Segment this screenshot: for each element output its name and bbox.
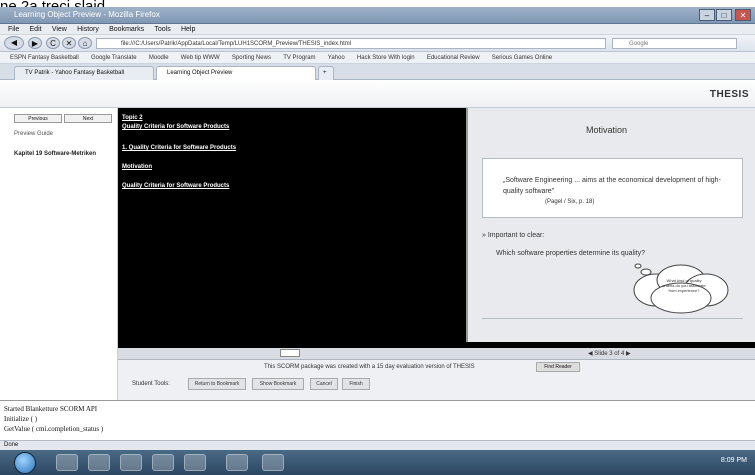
- bookmarks-toolbar: ESPN Fantasy Basketball Google Translate…: [0, 52, 755, 64]
- bullet-text: » Important to clear:: [482, 232, 545, 239]
- search-input[interactable]: Google: [612, 38, 737, 49]
- menu-tools[interactable]: Tools: [154, 24, 170, 35]
- tab-learning-object-preview[interactable]: Learning Object Preview: [156, 66, 316, 80]
- bookmark-item[interactable]: TV Program: [283, 52, 315, 64]
- chapter-title[interactable]: Kapitel 19 Software-Metriken: [14, 150, 114, 158]
- maximize-button[interactable]: □: [716, 9, 732, 21]
- back-icon[interactable]: ◀: [4, 36, 24, 50]
- preview-guide-label: Preview Guide: [14, 131, 54, 137]
- bookmark-item[interactable]: Moodle: [149, 52, 169, 64]
- cloud-text: What kind of quality criteria do you ass…: [662, 278, 706, 293]
- quote-box: „Software Engineering ... aims at the ec…: [482, 158, 743, 218]
- topic-link[interactable]: Quality Criteria for Software Products: [122, 182, 229, 190]
- scorm-bar: This SCORM package was created with a 15…: [118, 360, 755, 400]
- topic-link[interactable]: Motivation: [122, 163, 152, 171]
- firefox-icon[interactable]: [152, 454, 174, 471]
- topic-pane: Topic 2 Quality Criteria for Software Pr…: [118, 108, 466, 342]
- question-text: Which software properties determine its …: [496, 250, 646, 257]
- show-bookmark-button[interactable]: Show Bookmark: [252, 378, 304, 390]
- media-icon[interactable]: [120, 454, 142, 471]
- minimize-button[interactable]: –: [699, 9, 715, 21]
- powerpoint-icon[interactable]: [262, 454, 284, 471]
- slide-counter[interactable]: ◀ Slide 3 of 4 ▶: [588, 350, 631, 357]
- ie-icon[interactable]: [56, 454, 78, 471]
- menu-file[interactable]: File: [8, 24, 19, 35]
- bookmark-item[interactable]: Serious Games Online: [492, 52, 552, 64]
- menu-view[interactable]: View: [52, 24, 67, 35]
- bookmark-item[interactable]: Hack Store With login: [357, 52, 415, 64]
- topic-link[interactable]: 1. Quality Criteria for Software Product…: [122, 144, 236, 152]
- slide-pane: Motivation „Software Engineering ... aim…: [466, 108, 755, 342]
- topic-link[interactable]: Quality Criteria for Software Products: [122, 123, 229, 131]
- next-button[interactable]: Next: [64, 114, 112, 123]
- quote-text: „Software Engineering ... aims at the ec…: [503, 177, 721, 195]
- left-navigation: Previous Next Preview Guide Kapitel 19 S…: [0, 108, 118, 400]
- quote-source: (Pagel / Six, p. 18): [545, 199, 595, 205]
- cancel-button[interactable]: Cancel: [310, 378, 338, 390]
- stop-icon[interactable]: ✕: [62, 37, 76, 49]
- bookmark-item[interactable]: Sporting News: [232, 52, 271, 64]
- api-log: Started Blanketture SCORM API Initialize…: [0, 400, 755, 440]
- close-button[interactable]: ✕: [735, 9, 751, 21]
- tab-strip: TV Patrik - Yahoo Fantasy Basketball Lea…: [0, 64, 755, 80]
- window-titlebar: Learning Object Preview - Mozilla Firefo…: [0, 7, 755, 24]
- folder-icon[interactable]: [88, 454, 110, 471]
- reload-icon[interactable]: C: [46, 37, 60, 49]
- return-to-bookmark-button[interactable]: Return to Bookmark: [188, 378, 246, 390]
- slide-title: Motivation: [586, 125, 628, 135]
- menu-history[interactable]: History: [77, 24, 99, 35]
- start-button[interactable]: [14, 452, 36, 474]
- divider: [482, 318, 743, 319]
- url-input[interactable]: file:///C:/Users/Patrik/AppData/Local/Te…: [96, 38, 606, 49]
- taskbar-clock: 8:09 PM: [720, 457, 747, 464]
- slide-view-toggle[interactable]: [280, 349, 300, 357]
- topic-link[interactable]: Topic 2: [122, 114, 143, 122]
- new-tab-button[interactable]: +: [318, 66, 334, 80]
- log-line: Initialize ( ): [4, 415, 38, 423]
- forward-icon[interactable]: ▶: [28, 37, 42, 49]
- bookmark-item[interactable]: Google Translate: [91, 52, 137, 64]
- finish-button[interactable]: Finish: [342, 378, 370, 390]
- log-line: GetValue ( cmi.completion_status ): [4, 425, 104, 433]
- menu-bar: File Edit View History Bookmarks Tools H…: [0, 24, 755, 35]
- menu-edit[interactable]: Edit: [30, 24, 42, 35]
- bookmark-item[interactable]: Educational Review: [427, 52, 480, 64]
- log-line: Started Blanketture SCORM API: [4, 405, 98, 413]
- find-reader-button[interactable]: Find Reader: [536, 362, 580, 372]
- app-icon[interactable]: [184, 454, 206, 471]
- status-bar: Done: [0, 440, 755, 450]
- scorm-message: This SCORM package was created with a 15…: [264, 364, 475, 370]
- slide-controls: ◀ Slide 3 of 4 ▶: [118, 348, 755, 360]
- taskbar: 8:09 PM: [0, 450, 755, 475]
- menu-help[interactable]: Help: [181, 24, 195, 35]
- tab-fantasy[interactable]: TV Patrik - Yahoo Fantasy Basketball: [14, 66, 154, 80]
- student-tools-label: Student Tools:: [132, 381, 170, 387]
- menu-bookmarks[interactable]: Bookmarks: [109, 24, 144, 35]
- previous-button[interactable]: Previous: [14, 114, 62, 123]
- thesis-header: THESIS: [0, 80, 755, 108]
- bookmark-item[interactable]: Web tip WWW: [181, 52, 220, 64]
- window-title: Learning Object Preview - Mozilla Firefo…: [14, 10, 160, 19]
- home-icon[interactable]: ⌂: [78, 37, 92, 49]
- word-icon[interactable]: [226, 454, 248, 471]
- thesis-logo: THESIS: [709, 89, 749, 100]
- bookmark-item[interactable]: Yahoo: [328, 52, 345, 64]
- navigation-toolbar: ◀ ▶ C ✕ ⌂ file:///C:/Users/Patrik/AppDat…: [0, 35, 755, 52]
- bookmark-item[interactable]: ESPN Fantasy Basketball: [10, 52, 79, 64]
